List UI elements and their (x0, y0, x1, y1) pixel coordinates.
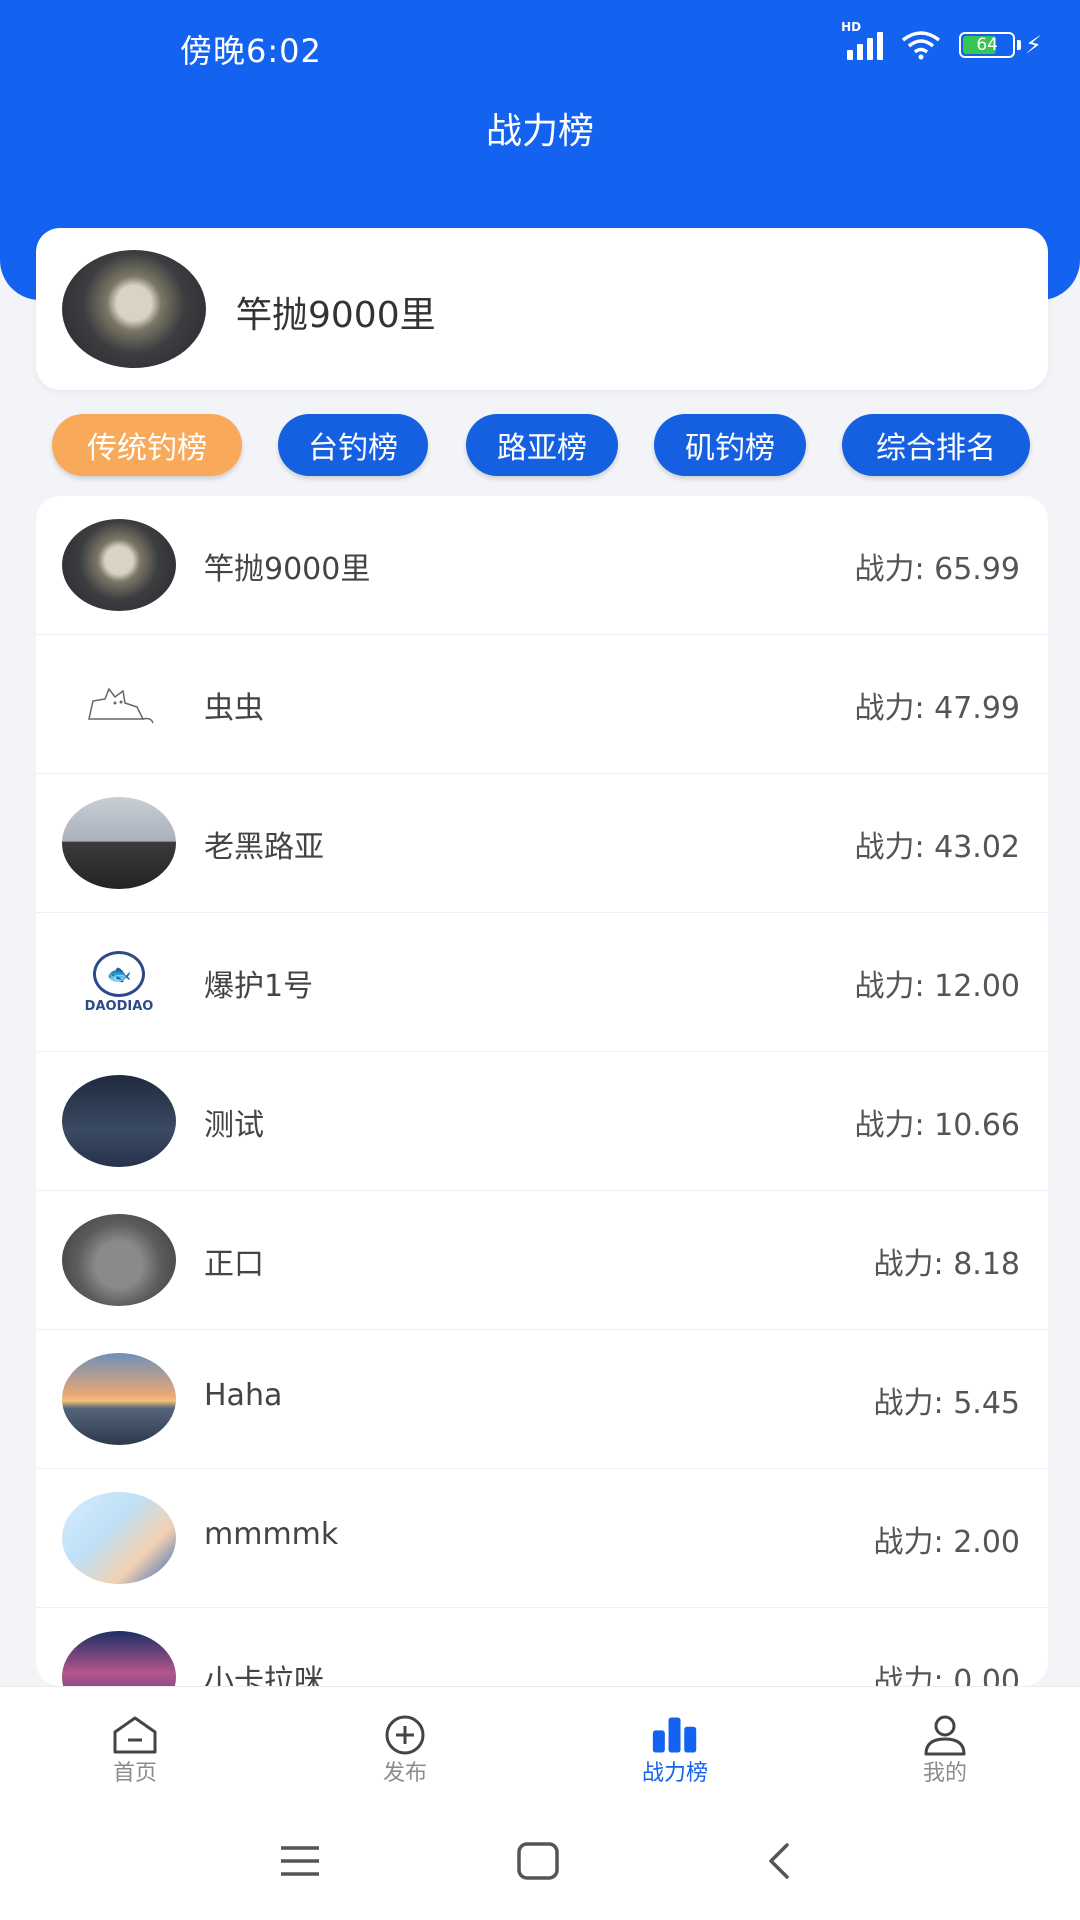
list-item[interactable]: 小卡拉咪 战力: 0.00 (36, 1608, 1048, 1686)
nav-label: 发布 (382, 1761, 427, 1786)
tab-lure[interactable]: 路亚榜 (466, 414, 618, 476)
avatar[interactable] (62, 1075, 176, 1167)
page-title: 战力榜 (485, 111, 594, 152)
signal-icon: HD (841, 20, 884, 60)
tab-platform[interactable]: 台钓榜 (278, 414, 428, 476)
user-name: 测试 (204, 1108, 264, 1143)
nav-profile[interactable]: 我的 (810, 1687, 1080, 1797)
home-icon (111, 1713, 159, 1757)
list-item[interactable]: 测试 战力: 10.66 (36, 1052, 1048, 1191)
power-score: 战力: 5.45 (873, 1386, 1020, 1421)
power-score: 战力: 2.00 (873, 1525, 1020, 1560)
back-icon[interactable] (748, 1836, 808, 1886)
fish-icon: 🐟 (93, 950, 145, 997)
avatar[interactable] (62, 658, 176, 750)
avatar[interactable] (62, 1214, 176, 1306)
avatar[interactable] (62, 1492, 176, 1584)
status-bar: 傍晚6:02 HD 64 ⚡ (0, 0, 1080, 96)
wifi-icon (902, 31, 941, 60)
system-nav-bar (0, 1796, 1080, 1920)
user-name: mmmmk (204, 1517, 339, 1552)
user-name: 竿抛9000里 (204, 552, 371, 587)
bottom-nav: 首页 发布 战力榜 我的 (0, 1686, 1080, 1797)
nav-label: 我的 (922, 1761, 967, 1786)
list-item[interactable]: 虫虫 战力: 47.99 (36, 635, 1048, 774)
profile-card[interactable]: 竿抛9000里 (36, 228, 1048, 390)
bar-chart-icon (651, 1713, 699, 1757)
tab-overall[interactable]: 综合排名 (842, 414, 1030, 476)
user-name: 小卡拉咪 (204, 1664, 324, 1686)
ranking-tabs: 传统钓榜 台钓榜 路亚榜 矶钓榜 综合排名 (0, 414, 1080, 476)
power-score: 战力: 47.99 (854, 691, 1020, 726)
user-name: 老黑路亚 (204, 830, 324, 865)
home-square-icon[interactable] (508, 1836, 568, 1886)
nav-label: 战力榜 (641, 1761, 708, 1786)
avatar[interactable] (62, 519, 176, 611)
power-score: 战力: 12.00 (854, 969, 1020, 1004)
power-score: 战力: 0.00 (873, 1664, 1020, 1686)
plus-circle-icon (381, 1713, 429, 1757)
logo-text: DAODIAO (84, 998, 154, 1014)
user-icon (921, 1713, 969, 1757)
status-time: 傍晚6:02 (180, 32, 322, 70)
power-score: 战力: 10.66 (854, 1108, 1020, 1143)
user-name: 正口 (204, 1247, 264, 1282)
nav-label: 首页 (112, 1761, 157, 1786)
user-name: Haha (204, 1378, 283, 1413)
network-label: HD (841, 20, 862, 34)
nav-ranking[interactable]: 战力榜 (540, 1687, 810, 1797)
charging-icon: ⚡ (1025, 31, 1042, 59)
status-icons: HD 64 ⚡ (841, 20, 1042, 60)
list-item[interactable]: Haha 战力: 5.45 (36, 1330, 1048, 1469)
power-score: 战力: 43.02 (854, 830, 1020, 865)
avatar[interactable]: 🐟 DAODIAO (62, 936, 176, 1028)
list-item[interactable]: mmmmk 战力: 2.00 (36, 1469, 1048, 1608)
list-item[interactable]: 竿抛9000里 战力: 65.99 (36, 496, 1048, 635)
power-score: 战力: 8.18 (873, 1247, 1020, 1282)
tab-traditional[interactable]: 传统钓榜 (52, 414, 242, 476)
list-item[interactable]: 老黑路亚 战力: 43.02 (36, 774, 1048, 913)
user-name: 爆护1号 (204, 969, 314, 1004)
ranking-list: 竿抛9000里 战力: 65.99 虫虫 战力: 47.99 老黑路亚 战力: … (36, 496, 1048, 1686)
list-item[interactable]: 🐟 DAODIAO 爆护1号 战力: 12.00 (36, 913, 1048, 1052)
nav-home[interactable]: 首页 (0, 1687, 270, 1797)
nav-publish[interactable]: 发布 (270, 1687, 540, 1797)
avatar[interactable] (62, 1353, 176, 1445)
power-score: 战力: 65.99 (854, 552, 1020, 587)
avatar[interactable] (62, 1631, 176, 1686)
cat-sketch-icon (88, 687, 154, 724)
battery-level: 64 (976, 35, 998, 55)
profile-avatar[interactable] (62, 250, 206, 368)
list-item[interactable]: 正口 战力: 8.18 (36, 1191, 1048, 1330)
tab-rock[interactable]: 矶钓榜 (654, 414, 806, 476)
avatar[interactable] (62, 797, 176, 889)
user-name: 虫虫 (204, 691, 264, 726)
menu-icon[interactable] (270, 1836, 330, 1886)
battery-icon: 64 ⚡ (959, 31, 1042, 59)
profile-name: 竿抛9000里 (236, 295, 436, 336)
